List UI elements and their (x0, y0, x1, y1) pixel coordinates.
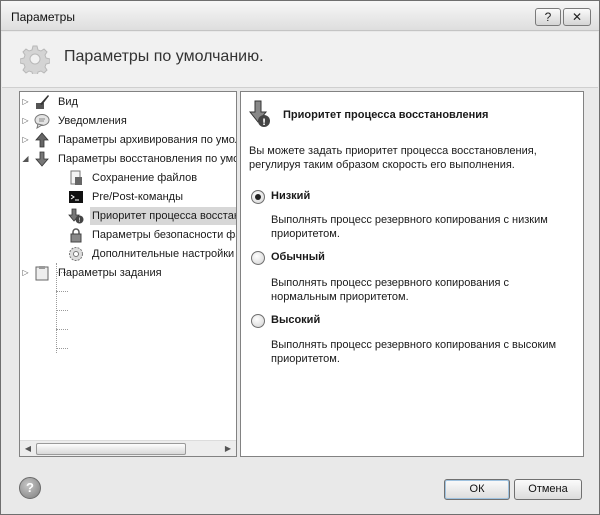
speech-bubble-icon (34, 114, 50, 129)
tree-connector (56, 291, 68, 292)
radio-button[interactable] (251, 251, 265, 265)
expand-arrow-icon[interactable]: ▷ (21, 116, 30, 125)
tree-item-label: Сохранение файлов (92, 172, 198, 184)
ok-button[interactable]: ОК (444, 479, 510, 500)
tree-horizontal-scrollbar[interactable]: ◀ ▶ (20, 440, 236, 456)
expand-arrow-icon[interactable]: ▷ (21, 268, 30, 277)
command-prompt-icon (69, 191, 83, 203)
tree-item-label: Дополнительные настройки (92, 248, 235, 260)
collapse-arrow-icon[interactable]: ◢ (21, 154, 30, 163)
tree-item-label: Вид (58, 96, 78, 108)
radio-label[interactable]: Низкий (271, 190, 310, 202)
clipboard-icon (35, 266, 49, 281)
tree-item-label: Pre/Post-команды (92, 191, 183, 203)
radio-low-description: Выполнять процесс резервного копирования… (271, 214, 548, 240)
tree-item-view[interactable]: ▷ Вид (20, 93, 236, 111)
download-arrow-icon (35, 151, 49, 167)
radio-button[interactable] (251, 314, 265, 328)
tree-item-file-saving[interactable]: Сохранение файлов (20, 169, 236, 187)
radio-high-description: Выполнять процесс резервного копирования… (271, 339, 557, 365)
tree-item-file-security[interactable]: Параметры безопасности файло (20, 226, 236, 244)
tree-item-restore-priority[interactable]: ! Приоритет процесса восстанов. (20, 207, 236, 225)
header-title: Параметры по умолчанию. (64, 48, 264, 65)
title-close-button[interactable]: ✕ (563, 8, 591, 26)
lock-icon (70, 228, 82, 243)
scroll-left-icon[interactable]: ◀ (22, 443, 34, 455)
priority-icon: ! (68, 208, 84, 224)
cancel-button[interactable]: Отмена (514, 479, 582, 500)
title-help-button[interactable]: ? (535, 8, 561, 26)
upload-arrow-icon (35, 132, 49, 148)
panel-title: Приоритет процесса восстановления (283, 109, 489, 121)
tree-item-pre-post-commands[interactable]: Pre/Post-команды (20, 188, 236, 206)
scrollbar-thumb[interactable] (36, 443, 186, 455)
svg-text:!: ! (78, 217, 80, 224)
help-icon[interactable]: ? (19, 477, 41, 499)
tree-item-notifications[interactable]: ▷ Уведомления (20, 112, 236, 130)
radio-label[interactable]: Обычный (271, 251, 325, 263)
tree-connector (56, 310, 68, 311)
gear-icon (69, 247, 83, 261)
tree-item-label: Приоритет процесса восстанов. (90, 207, 236, 225)
dialog-header: Параметры по умолчанию. (2, 32, 598, 88)
tree-item-label: Параметры восстановления по умо (58, 153, 236, 165)
tree-item-backup-defaults[interactable]: ▷ Параметры архивирования по умол (20, 131, 236, 149)
tree-item-label: Уведомления (58, 115, 127, 127)
file-save-icon (70, 170, 82, 185)
radio-button[interactable] (251, 190, 265, 204)
window-title: Параметры (11, 10, 75, 24)
radio-dot-icon (255, 194, 261, 200)
settings-tree: ▷ Вид ▷ Уведомления ▷ Параметры архивиро… (19, 91, 237, 457)
svg-text:!: ! (262, 118, 266, 128)
radio-label[interactable]: Высокий (271, 314, 320, 326)
tree-item-label: Параметры безопасности файло (92, 229, 236, 241)
tree-viewport: ▷ Вид ▷ Уведомления ▷ Параметры архивиро… (20, 92, 236, 440)
panel-description: Вы можете задать приоритет процесса восс… (249, 145, 537, 171)
tree-item-task-parameters[interactable]: ▷ Параметры задания (20, 264, 236, 282)
settings-dialog: Параметры ? ✕ Параметры по умолчанию. ▷ (0, 0, 600, 515)
scroll-right-icon[interactable]: ▶ (222, 443, 234, 455)
priority-icon: ! (249, 100, 270, 128)
expand-arrow-icon[interactable]: ▷ (21, 97, 30, 106)
radio-normal-description: Выполнять процесс резервного копирования… (271, 277, 509, 303)
expand-arrow-icon[interactable]: ▷ (21, 135, 30, 144)
tree-connector (56, 348, 68, 349)
tree-item-label: Параметры задания (58, 267, 162, 279)
tree-item-restore-defaults[interactable]: ◢ Параметры восстановления по умо (20, 150, 236, 168)
tree-connector (56, 329, 68, 330)
title-bar: Параметры ? ✕ (1, 1, 599, 31)
tree-item-label: Параметры архивирования по умол (58, 134, 236, 146)
paint-brush-icon (36, 95, 49, 109)
tree-item-additional-settings[interactable]: Дополнительные настройки (20, 245, 236, 263)
priority-panel: ! Приоритет процесса восстановления Вы м… (240, 91, 584, 457)
gear-icon (20, 45, 50, 74)
